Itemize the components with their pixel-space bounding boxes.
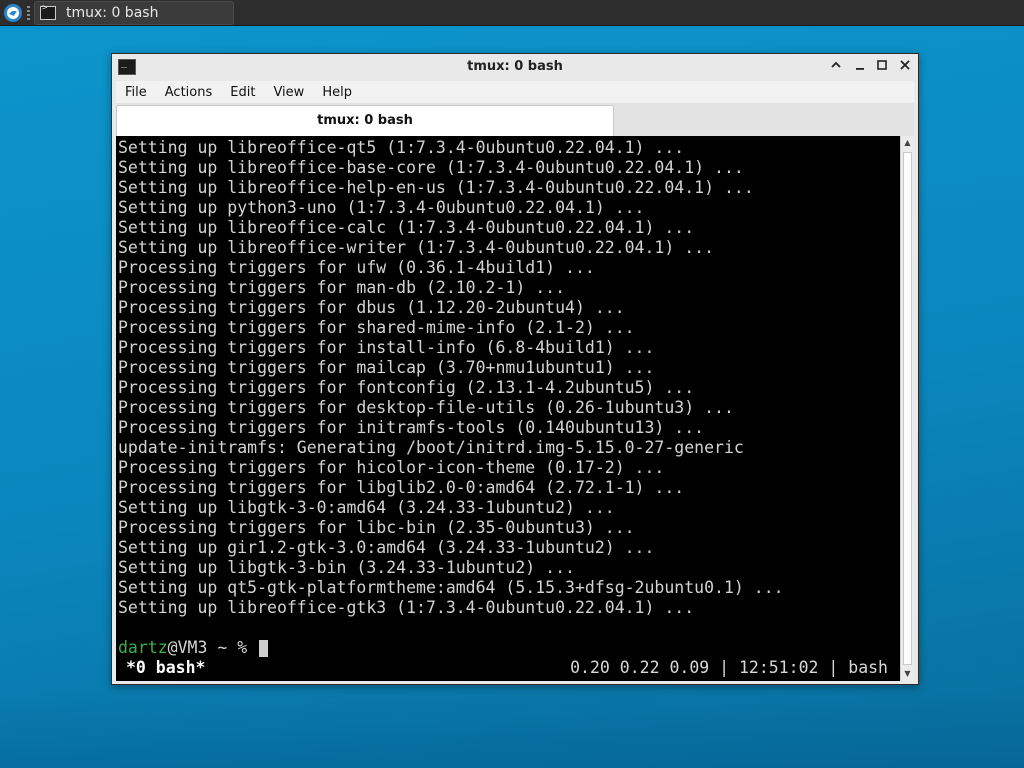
terminal-line: Processing triggers for ufw (0.36.1-4bui… [118, 258, 595, 277]
maximize-icon[interactable] [874, 59, 890, 75]
tmux-status-right: 0.20 0.22 0.09 | 12:51:02 | bash [570, 658, 888, 677]
chevron-up-icon[interactable] [828, 59, 844, 75]
terminal-line: Setting up qt5-gtk-platformtheme:amd64 (… [118, 578, 784, 597]
terminal-line: Setting up libreoffice-base-core (1:7.3.… [118, 158, 744, 177]
terminal-line: Processing triggers for desktop-file-uti… [118, 398, 734, 417]
terminal-line: Processing triggers for libglib2.0-0:amd… [118, 478, 685, 497]
terminal-window: tmux: 0 bash File Actions Edit View Help… [111, 53, 919, 685]
terminal-icon [40, 3, 56, 20]
terminal-line: Processing triggers for hicolor-icon-the… [118, 458, 665, 477]
terminal-line: Processing triggers for dbus (1.12.20-2u… [118, 298, 625, 317]
scroll-up-icon[interactable]: ▲ [901, 136, 914, 150]
window-titlebar[interactable]: tmux: 0 bash [112, 54, 918, 81]
terminal-line: Setting up libreoffice-gtk3 (1:7.3.4-0ub… [118, 598, 695, 617]
vertical-scrollbar[interactable]: ▲ ▼ [900, 136, 914, 681]
terminal-line: Processing triggers for install-info (6.… [118, 338, 655, 357]
taskbar-window-label: tmux: 0 bash [66, 5, 159, 21]
scrollbar-thumb[interactable] [903, 152, 912, 665]
menu-actions[interactable]: Actions [156, 85, 222, 100]
prompt-host-path: @VM3 ~ % [167, 638, 258, 657]
panel-separator [27, 6, 30, 20]
menu-help[interactable]: Help [313, 85, 361, 100]
menu-view[interactable]: View [264, 85, 313, 100]
top-panel: tmux: 0 bash [0, 0, 1024, 26]
terminal-line: Setting up gir1.2-gtk-3.0:amd64 (3.24.33… [118, 538, 655, 557]
prompt-user: dartz [118, 638, 168, 657]
terminal-line: Processing triggers for man-db (2.10.2-1… [118, 278, 566, 297]
menu-file[interactable]: File [116, 85, 156, 100]
terminal-line: update-initramfs: Generating /boot/initr… [118, 438, 744, 457]
menu-edit[interactable]: Edit [221, 85, 264, 100]
terminal-line: Setting up libreoffice-calc (1:7.3.4-0ub… [118, 218, 695, 237]
terminal-line: Setting up libgtk-3-bin (3.24.33-1ubuntu… [118, 558, 575, 577]
terminal-line: Processing triggers for libc-bin (2.35-0… [118, 518, 635, 537]
terminal-output[interactable]: Setting up libreoffice-qt5 (1:7.3.4-0ubu… [116, 136, 902, 681]
close-icon[interactable] [897, 59, 913, 75]
text-cursor [259, 639, 269, 657]
terminal-line: Setting up libreoffice-writer (1:7.3.4-0… [118, 238, 715, 257]
terminal-line: Setting up libgtk-3-0:amd64 (3.24.33-1ub… [118, 498, 615, 517]
bird-logo-icon [7, 7, 19, 19]
terminal-line: Processing triggers for shared-mime-info… [118, 318, 635, 337]
tmux-window-list[interactable]: *0 bash* [126, 658, 205, 678]
window-title: tmux: 0 bash [467, 59, 563, 74]
terminal-lines: Setting up libreoffice-qt5 (1:7.3.4-0ubu… [118, 138, 784, 618]
terminal-line: Processing triggers for initramfs-tools … [118, 418, 705, 437]
tab-tmux-bash[interactable]: tmux: 0 bash [116, 105, 614, 136]
tab-bar: tmux: 0 bash [116, 103, 914, 136]
taskbar-window-button[interactable]: tmux: 0 bash [34, 1, 234, 25]
scroll-down-icon[interactable]: ▼ [901, 667, 914, 681]
menu-bar: File Actions Edit View Help [116, 81, 914, 103]
minimize-icon[interactable] [852, 59, 868, 75]
terminal-line: Setting up python3-uno (1:7.3.4-0ubuntu0… [118, 198, 645, 217]
terminal-line: Setting up libreoffice-qt5 (1:7.3.4-0ubu… [118, 138, 685, 157]
app-menu-button[interactable] [4, 4, 22, 22]
terminal-line: Setting up libreoffice-help-en-us (1:7.3… [118, 178, 754, 197]
desktop-band [0, 690, 1024, 768]
tmux-status-bar: *0 bash* 0.20 0.22 0.09 | 12:51:02 | bas… [116, 658, 902, 678]
terminal-line: Processing triggers for mailcap (3.70+nm… [118, 358, 655, 377]
terminal-line: Processing triggers for fontconfig (2.13… [118, 378, 695, 397]
shell-prompt: dartz @VM3 ~ % [118, 638, 269, 658]
